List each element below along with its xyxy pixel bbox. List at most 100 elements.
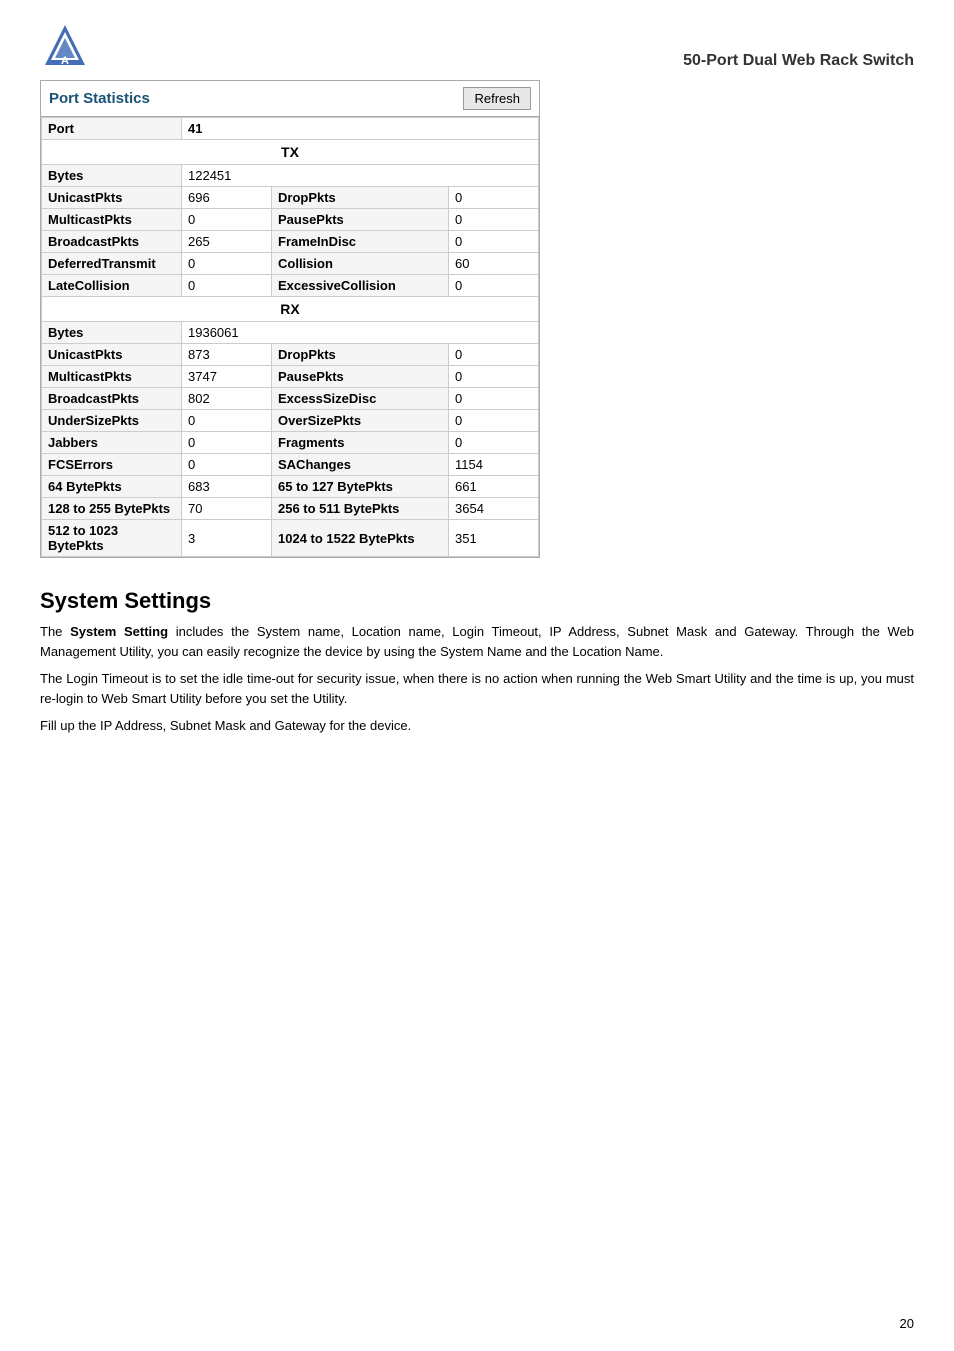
stat-label2: 65 to 127 BytePkts xyxy=(272,476,449,498)
port-row: Port 41 xyxy=(42,118,539,140)
stat-label: 64 BytePkts xyxy=(42,476,182,498)
page-number: 20 xyxy=(900,1316,914,1331)
table-row: LateCollision 0 ExcessiveCollision 0 xyxy=(42,275,539,297)
stat-value2: 0 xyxy=(449,187,539,209)
stat-label2: DropPkts xyxy=(272,187,449,209)
stat-label: DeferredTransmit xyxy=(42,253,182,275)
stat-label: UnicastPkts xyxy=(42,344,182,366)
stat-value: 3747 xyxy=(182,366,272,388)
system-settings-paragraph: The System Setting includes the System n… xyxy=(40,622,914,661)
system-settings-title: System Settings xyxy=(40,588,914,614)
stat-value2: 0 xyxy=(449,344,539,366)
stat-value: 70 xyxy=(182,498,272,520)
tx-header-row: TX xyxy=(42,140,539,165)
tx-label: TX xyxy=(42,140,539,165)
stat-label: Bytes xyxy=(42,165,182,187)
stat-label: BroadcastPkts xyxy=(42,388,182,410)
stat-value: 0 xyxy=(182,410,272,432)
stat-label: 512 to 1023 BytePkts xyxy=(42,520,182,557)
port-value: 41 xyxy=(182,118,539,140)
stat-value2: 0 xyxy=(449,231,539,253)
stat-label: UnderSizePkts xyxy=(42,410,182,432)
system-settings-paragraph: Fill up the IP Address, Subnet Mask and … xyxy=(40,716,914,736)
system-settings-section: System Settings The System Setting inclu… xyxy=(40,588,914,736)
table-row: UnicastPkts 696 DropPkts 0 xyxy=(42,187,539,209)
stat-label2: ExcessSizeDisc xyxy=(272,388,449,410)
stat-value: 0 xyxy=(182,253,272,275)
stat-value: 696 xyxy=(182,187,272,209)
table-row: Bytes 122451 xyxy=(42,165,539,187)
stat-label2: SAChanges xyxy=(272,454,449,476)
stat-label2: Collision xyxy=(272,253,449,275)
stat-value: 0 xyxy=(182,454,272,476)
stat-label: MulticastPkts xyxy=(42,209,182,231)
table-row: BroadcastPkts 802 ExcessSizeDisc 0 xyxy=(42,388,539,410)
stat-label2: OverSizePkts xyxy=(272,410,449,432)
stat-value2: 0 xyxy=(449,209,539,231)
stat-value: 802 xyxy=(182,388,272,410)
stat-value: 873 xyxy=(182,344,272,366)
stat-label: BroadcastPkts xyxy=(42,231,182,253)
stat-value2: 0 xyxy=(449,275,539,297)
stat-label: Jabbers xyxy=(42,432,182,454)
port-statistics-header: Port Statistics Refresh xyxy=(41,81,539,117)
system-settings-paragraphs: The System Setting includes the System n… xyxy=(40,622,914,736)
stat-label: MulticastPkts xyxy=(42,366,182,388)
table-row: UnderSizePkts 0 OverSizePkts 0 xyxy=(42,410,539,432)
table-row: Bytes 1936061 xyxy=(42,322,539,344)
refresh-button[interactable]: Refresh xyxy=(463,87,531,110)
stat-value2: 3654 xyxy=(449,498,539,520)
port-statistics-title: Port Statistics xyxy=(49,90,150,107)
device-name: 50-Port Dual Web Rack Switch xyxy=(683,52,914,70)
stat-label2: PausePkts xyxy=(272,209,449,231)
page-header: A 50-Port Dual Web Rack Switch xyxy=(40,20,914,70)
table-row: 512 to 1023 BytePkts 3 1024 to 1522 Byte… xyxy=(42,520,539,557)
svg-text:A: A xyxy=(61,55,69,67)
system-settings-paragraph: The Login Timeout is to set the idle tim… xyxy=(40,669,914,708)
stat-label: UnicastPkts xyxy=(42,187,182,209)
stat-label2: FrameInDisc xyxy=(272,231,449,253)
stat-value2: 351 xyxy=(449,520,539,557)
stat-value2: 0 xyxy=(449,410,539,432)
stat-value2: 661 xyxy=(449,476,539,498)
table-row: MulticastPkts 3747 PausePkts 0 xyxy=(42,366,539,388)
stat-label: LateCollision xyxy=(42,275,182,297)
stat-value: 3 xyxy=(182,520,272,557)
stats-table: Port 41 TX Bytes 122451 UnicastPkts 696 … xyxy=(41,117,539,557)
stat-label: FCSErrors xyxy=(42,454,182,476)
stat-label2: DropPkts xyxy=(272,344,449,366)
stat-value2: 60 xyxy=(449,253,539,275)
table-row: BroadcastPkts 265 FrameInDisc 0 xyxy=(42,231,539,253)
port-label: Port xyxy=(42,118,182,140)
table-row: UnicastPkts 873 DropPkts 0 xyxy=(42,344,539,366)
stat-value: 683 xyxy=(182,476,272,498)
stat-label: 128 to 255 BytePkts xyxy=(42,498,182,520)
stat-value: 0 xyxy=(182,209,272,231)
table-row: FCSErrors 0 SAChanges 1154 xyxy=(42,454,539,476)
stat-value2: 0 xyxy=(449,366,539,388)
logo-icon: A xyxy=(40,20,90,70)
rx-label: RX xyxy=(42,297,539,322)
port-statistics-section: Port Statistics Refresh Port 41 TX Bytes… xyxy=(40,80,540,558)
table-row: MulticastPkts 0 PausePkts 0 xyxy=(42,209,539,231)
stat-label2: Fragments xyxy=(272,432,449,454)
stat-value: 265 xyxy=(182,231,272,253)
rx-header-row: RX xyxy=(42,297,539,322)
table-row: Jabbers 0 Fragments 0 xyxy=(42,432,539,454)
stat-label: Bytes xyxy=(42,322,182,344)
stat-label2: PausePkts xyxy=(272,366,449,388)
stat-value2: 1154 xyxy=(449,454,539,476)
stat-value2: 0 xyxy=(449,432,539,454)
table-row: DeferredTransmit 0 Collision 60 xyxy=(42,253,539,275)
stat-value: 1936061 xyxy=(182,322,539,344)
stat-label2: ExcessiveCollision xyxy=(272,275,449,297)
stat-label2: 256 to 511 BytePkts xyxy=(272,498,449,520)
table-row: 128 to 255 BytePkts 70 256 to 511 BytePk… xyxy=(42,498,539,520)
stat-value: 122451 xyxy=(182,165,539,187)
stat-label2: 1024 to 1522 BytePkts xyxy=(272,520,449,557)
table-row: 64 BytePkts 683 65 to 127 BytePkts 661 xyxy=(42,476,539,498)
stat-value2: 0 xyxy=(449,388,539,410)
logo-area: A xyxy=(40,20,90,70)
stat-value: 0 xyxy=(182,275,272,297)
stat-value: 0 xyxy=(182,432,272,454)
